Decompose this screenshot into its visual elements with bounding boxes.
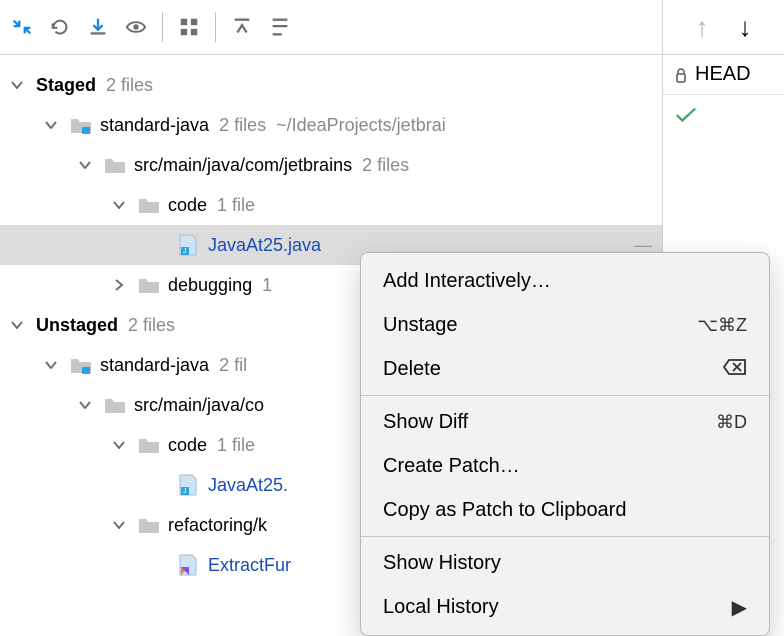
section-count: 2 files bbox=[128, 315, 175, 336]
menu-show-diff[interactable]: Show Diff⌘D bbox=[361, 400, 769, 444]
refresh-icon[interactable] bbox=[48, 15, 72, 39]
tree-project[interactable]: standard-java 2 files ~/IdeaProjects/jet… bbox=[0, 105, 662, 145]
java-file-icon: J bbox=[178, 234, 200, 256]
section-staged[interactable]: Staged 2 files bbox=[0, 65, 662, 105]
tree-folder[interactable]: src/main/java/com/jetbrains 2 files bbox=[0, 145, 662, 185]
collapse-icon[interactable] bbox=[10, 15, 34, 39]
file-name: JavaAt25. bbox=[208, 475, 288, 496]
menu-add-interactively[interactable]: Add Interactively… bbox=[361, 259, 769, 303]
svg-text:J: J bbox=[183, 248, 187, 255]
menu-copy-patch[interactable]: Copy as Patch to Clipboard bbox=[361, 488, 769, 532]
chevron-down-icon bbox=[78, 158, 96, 172]
menu-local-history[interactable]: Local History▶ bbox=[361, 585, 769, 629]
chevron-right-icon bbox=[112, 278, 130, 292]
folder-icon bbox=[138, 516, 160, 534]
chevron-down-icon bbox=[112, 198, 130, 212]
folder-count: 1 file bbox=[217, 435, 255, 456]
arrow-down-icon[interactable]: ↓ bbox=[739, 12, 752, 43]
java-file-icon: J bbox=[178, 474, 200, 496]
menu-show-history[interactable]: Show History bbox=[361, 541, 769, 585]
folder-icon bbox=[138, 276, 160, 294]
folder-name: src/main/java/co bbox=[134, 395, 264, 416]
delete-key-icon bbox=[723, 358, 747, 381]
shortcut-label: ⌘D bbox=[716, 412, 747, 433]
folder-icon bbox=[138, 196, 160, 214]
toolbar-divider bbox=[215, 12, 216, 42]
section-label: Staged bbox=[36, 75, 96, 96]
module-icon bbox=[70, 356, 92, 374]
folder-name: refactoring/k bbox=[168, 515, 267, 536]
folder-icon bbox=[104, 396, 126, 414]
menu-separator bbox=[361, 395, 769, 396]
eye-icon[interactable] bbox=[124, 15, 148, 39]
shortcut-label: ⌥⌘Z bbox=[697, 315, 747, 336]
folder-name: code bbox=[168, 195, 207, 216]
chevron-down-icon bbox=[10, 318, 28, 332]
folder-icon bbox=[138, 436, 160, 454]
project-name: standard-java bbox=[100, 355, 209, 376]
folder-count: 2 files bbox=[362, 155, 409, 176]
folder-name: code bbox=[168, 435, 207, 456]
collapse-all-icon[interactable] bbox=[268, 15, 292, 39]
menu-delete[interactable]: Delete bbox=[361, 347, 769, 391]
section-label: Unstaged bbox=[36, 315, 118, 336]
tree-folder[interactable]: code 1 file bbox=[0, 185, 662, 225]
arrow-up-icon[interactable]: ↑ bbox=[696, 12, 709, 43]
menu-separator bbox=[361, 536, 769, 537]
download-icon[interactable] bbox=[86, 15, 110, 39]
chevron-down-icon bbox=[10, 78, 28, 92]
project-count: 2 fil bbox=[219, 355, 247, 376]
section-count: 2 files bbox=[106, 75, 153, 96]
svg-text:J: J bbox=[183, 488, 187, 495]
folder-name: src/main/java/com/jetbrains bbox=[134, 155, 352, 176]
checkmark-icon bbox=[675, 106, 697, 124]
chevron-down-icon bbox=[112, 438, 130, 452]
chevron-down-icon bbox=[112, 518, 130, 532]
project-name: standard-java bbox=[100, 115, 209, 136]
toolbar-divider bbox=[162, 12, 163, 42]
context-menu: Add Interactively… Unstage⌥⌘Z Delete Sho… bbox=[360, 252, 770, 636]
menu-unstage[interactable]: Unstage⌥⌘Z bbox=[361, 303, 769, 347]
module-icon bbox=[70, 116, 92, 134]
folder-count: 1 file bbox=[217, 195, 255, 216]
group-icon[interactable] bbox=[177, 15, 201, 39]
project-path: ~/IdeaProjects/jetbrai bbox=[276, 115, 446, 136]
submenu-arrow-icon: ▶ bbox=[732, 595, 747, 620]
folder-count: 1 bbox=[262, 275, 272, 296]
kotlin-file-icon bbox=[178, 554, 200, 576]
folder-name: debugging bbox=[168, 275, 252, 296]
head-badge[interactable]: HEAD bbox=[663, 55, 784, 95]
menu-create-patch[interactable]: Create Patch… bbox=[361, 444, 769, 488]
file-name: JavaAt25.java bbox=[208, 235, 321, 256]
file-name: ExtractFur bbox=[208, 555, 291, 576]
chevron-down-icon bbox=[78, 398, 96, 412]
head-label: HEAD bbox=[695, 63, 751, 86]
chevron-down-icon bbox=[44, 358, 62, 372]
project-count: 2 files bbox=[219, 115, 266, 136]
chevron-down-icon bbox=[44, 118, 62, 132]
folder-icon bbox=[104, 156, 126, 174]
expand-all-icon[interactable] bbox=[230, 15, 254, 39]
